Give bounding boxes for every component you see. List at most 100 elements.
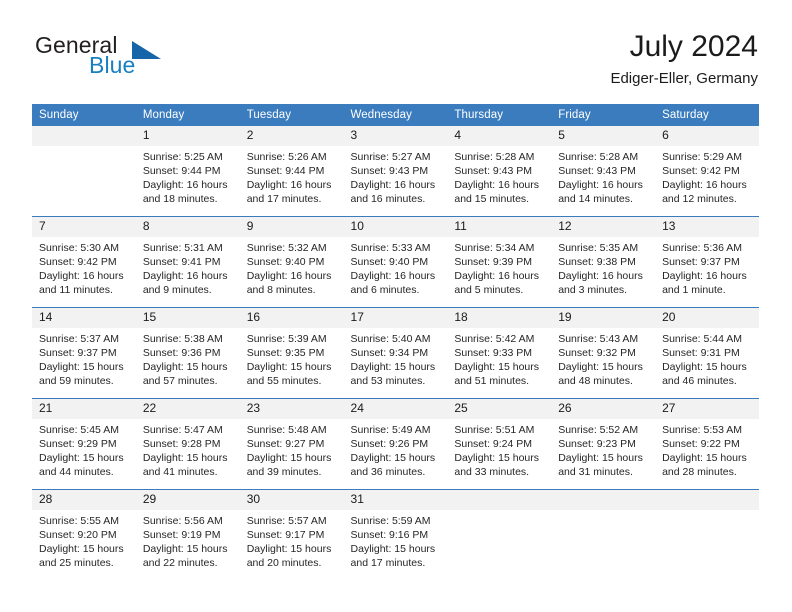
calendar-day-cell[interactable]: 11 Sunrise: 5:34 AM Sunset: 9:39 PM Dayl… xyxy=(447,216,552,308)
day-cell-content xyxy=(655,490,759,579)
daylight-text-line1: Daylight: 15 hours xyxy=(39,361,124,374)
day-number: 14 xyxy=(32,308,136,328)
sunset-text: Sunset: 9:40 PM xyxy=(350,256,429,269)
day-details: Sunrise: 5:26 AM Sunset: 9:44 PM Dayligh… xyxy=(240,146,344,206)
daylight-text-line2: and 6 minutes. xyxy=(350,284,420,297)
day-cell-content: 2 Sunrise: 5:26 AM Sunset: 9:44 PM Dayli… xyxy=(239,126,344,215)
calendar-day-cell[interactable]: 18 Sunrise: 5:42 AM Sunset: 9:33 PM Dayl… xyxy=(447,307,552,399)
calendar-day-cell[interactable]: 8 Sunrise: 5:31 AM Sunset: 9:41 PM Dayli… xyxy=(135,216,240,308)
calendar-day-cell[interactable]: 19 Sunrise: 5:43 AM Sunset: 9:32 PM Dayl… xyxy=(551,307,656,399)
calendar-day-cell[interactable]: 17 Sunrise: 5:40 AM Sunset: 9:34 PM Dayl… xyxy=(343,307,448,399)
sunset-text: Sunset: 9:31 PM xyxy=(662,347,740,360)
sunset-text: Sunset: 9:39 PM xyxy=(454,256,533,269)
day-number: 28 xyxy=(32,490,136,510)
day-cell-content: 9 Sunrise: 5:32 AM Sunset: 9:40 PM Dayli… xyxy=(239,217,344,306)
sunset-text: Sunset: 9:38 PM xyxy=(558,256,636,269)
calendar-day-cell[interactable] xyxy=(655,489,759,580)
calendar-day-cell[interactable]: 16 Sunrise: 5:39 AM Sunset: 9:35 PM Dayl… xyxy=(239,307,344,399)
day-details: Sunrise: 5:29 AM Sunset: 9:42 PM Dayligh… xyxy=(655,146,759,206)
calendar-day-cell[interactable]: 23 Sunrise: 5:48 AM Sunset: 9:27 PM Dayl… xyxy=(239,398,344,490)
sunrise-text: Sunrise: 5:55 AM xyxy=(39,515,119,527)
daylight-text-line2: and 36 minutes. xyxy=(350,466,426,479)
calendar-day-cell[interactable]: 21 Sunrise: 5:45 AM Sunset: 9:29 PM Dayl… xyxy=(32,398,136,490)
calendar-day-cell[interactable]: 30 Sunrise: 5:57 AM Sunset: 9:17 PM Dayl… xyxy=(239,489,344,580)
day-details: Sunrise: 5:32 AM Sunset: 9:40 PM Dayligh… xyxy=(240,237,344,297)
sunrise-text: Sunrise: 5:39 AM xyxy=(246,333,327,345)
calendar-day-cell[interactable]: 7 Sunrise: 5:30 AM Sunset: 9:42 PM Dayli… xyxy=(32,216,136,308)
daylight-text-line1: Daylight: 16 hours xyxy=(350,270,436,283)
calendar-day-cell[interactable]: 27 Sunrise: 5:53 AM Sunset: 9:22 PM Dayl… xyxy=(655,398,759,490)
calendar-day-cell[interactable]: 12 Sunrise: 5:35 AM Sunset: 9:38 PM Dayl… xyxy=(551,216,656,308)
day-number: 23 xyxy=(239,399,344,419)
calendar-day-cell[interactable]: 22 Sunrise: 5:47 AM Sunset: 9:28 PM Dayl… xyxy=(135,398,240,490)
sunset-text: Sunset: 9:44 PM xyxy=(142,165,221,178)
daylight-text-line2: and 8 minutes. xyxy=(246,284,316,297)
calendar-body: 1 Sunrise: 5:25 AM Sunset: 9:44 PM Dayli… xyxy=(32,126,759,580)
general-blue-logo[interactable]: General Blue xyxy=(32,32,262,90)
daylight-text-line1: Daylight: 16 hours xyxy=(558,179,643,192)
sunset-text: Sunset: 9:40 PM xyxy=(246,256,325,269)
calendar-day-cell[interactable] xyxy=(32,126,136,217)
sunrise-text: Sunrise: 5:57 AM xyxy=(246,515,327,527)
sunset-text: Sunset: 9:23 PM xyxy=(558,438,636,451)
sunset-text: Sunset: 9:22 PM xyxy=(662,438,740,451)
calendar-day-cell[interactable]: 25 Sunrise: 5:51 AM Sunset: 9:24 PM Dayl… xyxy=(447,398,552,490)
calendar-day-cell[interactable]: 9 Sunrise: 5:32 AM Sunset: 9:40 PM Dayli… xyxy=(239,216,344,308)
sunset-text: Sunset: 9:37 PM xyxy=(39,347,117,360)
calendar-day-cell[interactable]: 31 Sunrise: 5:59 AM Sunset: 9:16 PM Dayl… xyxy=(343,489,448,580)
sunrise-text: Sunrise: 5:31 AM xyxy=(142,242,223,254)
daylight-text-line1: Daylight: 16 hours xyxy=(662,270,747,283)
day-cell-content xyxy=(32,126,136,215)
day-details: Sunrise: 5:44 AM Sunset: 9:31 PM Dayligh… xyxy=(655,328,759,388)
calendar-day-cell[interactable] xyxy=(447,489,552,580)
daylight-text-line2: and 39 minutes. xyxy=(246,466,322,479)
day-cell-content xyxy=(551,490,656,579)
daylight-text-line1: Daylight: 15 hours xyxy=(350,543,436,556)
sunset-text: Sunset: 9:43 PM xyxy=(558,165,636,178)
calendar-day-cell[interactable]: 29 Sunrise: 5:56 AM Sunset: 9:19 PM Dayl… xyxy=(135,489,240,580)
calendar-day-cell[interactable]: 5 Sunrise: 5:28 AM Sunset: 9:43 PM Dayli… xyxy=(551,126,656,217)
sunrise-text: Sunrise: 5:28 AM xyxy=(558,151,639,163)
day-number: 1 xyxy=(135,126,240,146)
calendar-day-cell[interactable]: 3 Sunrise: 5:27 AM Sunset: 9:43 PM Dayli… xyxy=(343,126,448,217)
calendar-day-cell[interactable]: 24 Sunrise: 5:49 AM Sunset: 9:26 PM Dayl… xyxy=(343,398,448,490)
sunset-text: Sunset: 9:36 PM xyxy=(142,347,221,360)
daylight-text-line2: and 59 minutes. xyxy=(39,375,114,388)
day-details: Sunrise: 5:39 AM Sunset: 9:35 PM Dayligh… xyxy=(240,328,344,388)
calendar-week-row: 21 Sunrise: 5:45 AM Sunset: 9:29 PM Dayl… xyxy=(32,398,759,490)
day-cell-content: 23 Sunrise: 5:48 AM Sunset: 9:27 PM Dayl… xyxy=(239,399,344,488)
day-details: Sunrise: 5:33 AM Sunset: 9:40 PM Dayligh… xyxy=(344,237,448,297)
calendar-day-cell[interactable] xyxy=(551,489,656,580)
calendar-day-cell[interactable]: 10 Sunrise: 5:33 AM Sunset: 9:40 PM Dayl… xyxy=(343,216,448,308)
sunrise-text: Sunrise: 5:28 AM xyxy=(454,151,535,163)
calendar-day-cell[interactable]: 20 Sunrise: 5:44 AM Sunset: 9:31 PM Dayl… xyxy=(655,307,759,399)
day-cell-content: 30 Sunrise: 5:57 AM Sunset: 9:17 PM Dayl… xyxy=(239,490,344,579)
calendar-day-cell[interactable]: 1 Sunrise: 5:25 AM Sunset: 9:44 PM Dayli… xyxy=(135,126,240,217)
calendar-day-cell[interactable]: 26 Sunrise: 5:52 AM Sunset: 9:23 PM Dayl… xyxy=(551,398,656,490)
calendar-day-cell[interactable]: 13 Sunrise: 5:36 AM Sunset: 9:37 PM Dayl… xyxy=(655,216,759,308)
daylight-text-line1: Daylight: 16 hours xyxy=(350,179,436,192)
calendar-day-cell[interactable]: 4 Sunrise: 5:28 AM Sunset: 9:43 PM Dayli… xyxy=(447,126,552,217)
day-number: 13 xyxy=(655,217,759,237)
day-details: Sunrise: 5:49 AM Sunset: 9:26 PM Dayligh… xyxy=(344,419,448,479)
day-details: Sunrise: 5:38 AM Sunset: 9:36 PM Dayligh… xyxy=(136,328,240,388)
sunset-text: Sunset: 9:43 PM xyxy=(350,165,429,178)
daylight-text-line1: Daylight: 16 hours xyxy=(558,270,643,283)
sunrise-text: Sunrise: 5:51 AM xyxy=(454,424,535,436)
calendar-day-cell[interactable]: 15 Sunrise: 5:38 AM Sunset: 9:36 PM Dayl… xyxy=(135,307,240,399)
sunrise-text: Sunrise: 5:33 AM xyxy=(350,242,431,254)
day-cell-content: 28 Sunrise: 5:55 AM Sunset: 9:20 PM Dayl… xyxy=(32,490,136,579)
sunrise-text: Sunrise: 5:26 AM xyxy=(246,151,327,163)
day-details: Sunrise: 5:51 AM Sunset: 9:24 PM Dayligh… xyxy=(447,419,551,479)
weekday-header-saturday: Saturday xyxy=(655,104,759,126)
calendar-day-cell[interactable]: 6 Sunrise: 5:29 AM Sunset: 9:42 PM Dayli… xyxy=(655,126,759,217)
day-details: Sunrise: 5:48 AM Sunset: 9:27 PM Dayligh… xyxy=(240,419,344,479)
day-number: 27 xyxy=(655,399,759,419)
page-title: July 2024 xyxy=(629,30,758,63)
daylight-text-line2: and 11 minutes. xyxy=(39,284,113,297)
calendar-day-cell[interactable]: 14 Sunrise: 5:37 AM Sunset: 9:37 PM Dayl… xyxy=(32,307,136,399)
calendar-day-cell[interactable]: 2 Sunrise: 5:26 AM Sunset: 9:44 PM Dayli… xyxy=(239,126,344,217)
calendar-day-cell[interactable]: 28 Sunrise: 5:55 AM Sunset: 9:20 PM Dayl… xyxy=(32,489,136,580)
day-number: 15 xyxy=(135,308,240,328)
sunrise-text: Sunrise: 5:36 AM xyxy=(662,242,743,254)
